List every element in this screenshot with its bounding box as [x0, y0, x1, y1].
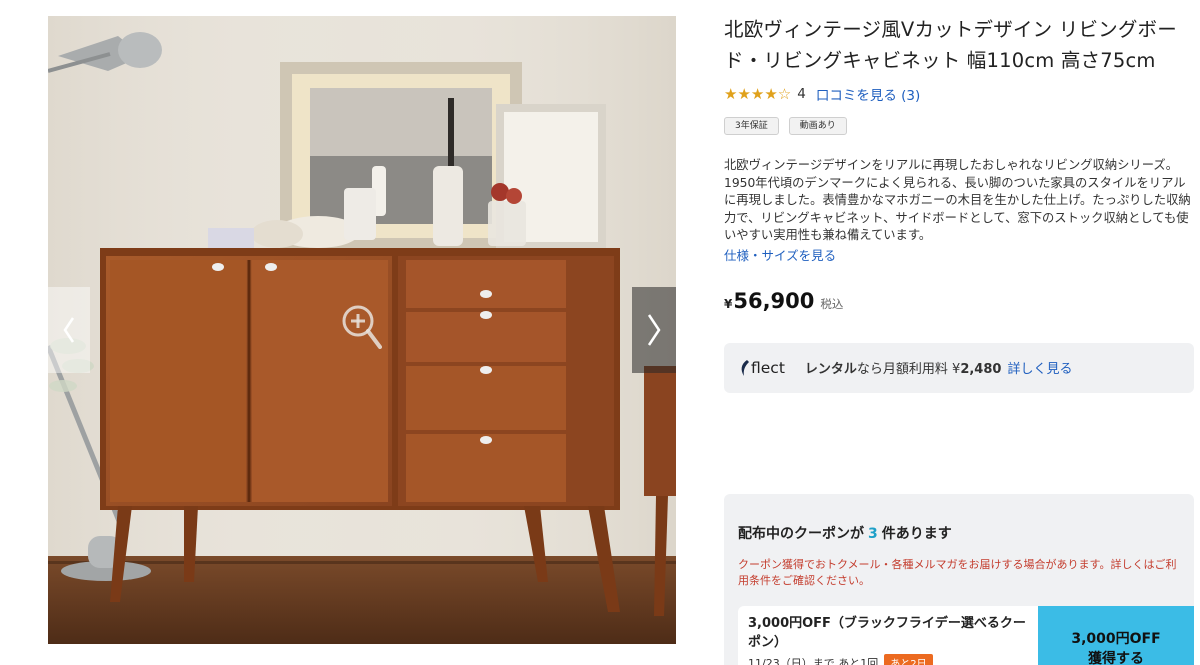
zoom-button[interactable]: [340, 303, 384, 353]
coupon-remaining-badge: あと2日: [884, 654, 933, 665]
flect-logo: flect: [740, 359, 785, 377]
star-rating-icon: ★★★★☆: [724, 85, 792, 103]
badge-list: 3年保証 動画あり: [724, 117, 1194, 135]
warranty-badge: 3年保証: [724, 117, 779, 135]
rental-details-link[interactable]: 詳しく見る: [1007, 358, 1072, 377]
rental-label: レンタル: [804, 362, 857, 377]
spec-size-link[interactable]: 仕様・サイズを見る: [724, 247, 836, 265]
video-badge: 動画あり: [788, 117, 847, 135]
gallery-prev-button[interactable]: [48, 287, 90, 373]
rating-value: 4: [797, 86, 806, 102]
get-coupon-button[interactable]: 3,000円OFF 獲得する: [1038, 606, 1194, 665]
coupon-action-label: 獲得する: [1088, 651, 1144, 665]
price-amount: 56,900: [733, 288, 815, 313]
rental-description: レンタルなら月額利用料 ¥2,480: [805, 358, 1002, 377]
coupon-heading-post: 件あります: [881, 526, 952, 542]
product-info: 北欧ヴィンテージ風Vカットデザイン リビングボード・リビングキャビネット 幅11…: [724, 14, 1194, 393]
coupon-name: 3,000円OFF（ブラックフライデー選べるクーポン）: [748, 616, 1026, 650]
coupon-action-amount: 3,000円OFF: [1071, 631, 1161, 647]
coupon-heading-pre: 配布中のクーポンが: [738, 526, 864, 542]
rental-label-rest: なら月額利用料 ¥: [856, 362, 961, 377]
flect-brand-text: flect: [751, 358, 785, 377]
rating-row: ★★★★☆ 4 口コミを見る (3): [724, 84, 1194, 104]
coupon-deadline-text: 11/23（日）まで あと1回: [748, 656, 879, 665]
tax-label: 税込: [820, 296, 844, 311]
gallery-next-button[interactable]: [632, 287, 676, 373]
coupon-deadline: 11/23（日）まで あと1回 あと2日: [748, 654, 933, 665]
currency-symbol: ¥: [724, 296, 733, 311]
chevron-left-icon: [63, 317, 75, 343]
coupon-section: 配布中のクーポンが 3 件あります クーポン獲得でおトクメール・各種メルマガをお届け…: [724, 494, 1194, 665]
price-row: ¥ 56,900 税込: [724, 289, 1194, 313]
rental-monthly-price: 2,480: [960, 362, 1002, 377]
coupon-heading: 配布中のクーポンが 3 件あります: [738, 523, 952, 543]
product-description: 北欧ヴィンテージデザインをリアルに再現したおしゃれなリビング収納シリーズ。195…: [724, 158, 1191, 242]
flect-logo-icon: [741, 359, 749, 376]
coupon-count: 3: [868, 526, 878, 542]
product-title: 北欧ヴィンテージ風Vカットデザイン リビングボード・リビングキャビネット 幅11…: [724, 18, 1177, 72]
coupon-card: 3,000円OFF（ブラックフライデー選べるクーポン） 11/23（日）まで あ…: [738, 606, 1194, 665]
review-link[interactable]: 口コミを見る (3): [816, 84, 920, 104]
rental-banner[interactable]: flect レンタルなら月額利用料 ¥2,480 詳しく見る: [724, 342, 1194, 393]
chevron-right-icon: [647, 314, 661, 346]
coupon-note: クーポン獲得でおトクメール・各種メルマガをお届けする場合があります。詳しくはご利…: [738, 558, 1177, 587]
zoom-in-icon: [342, 305, 382, 349]
